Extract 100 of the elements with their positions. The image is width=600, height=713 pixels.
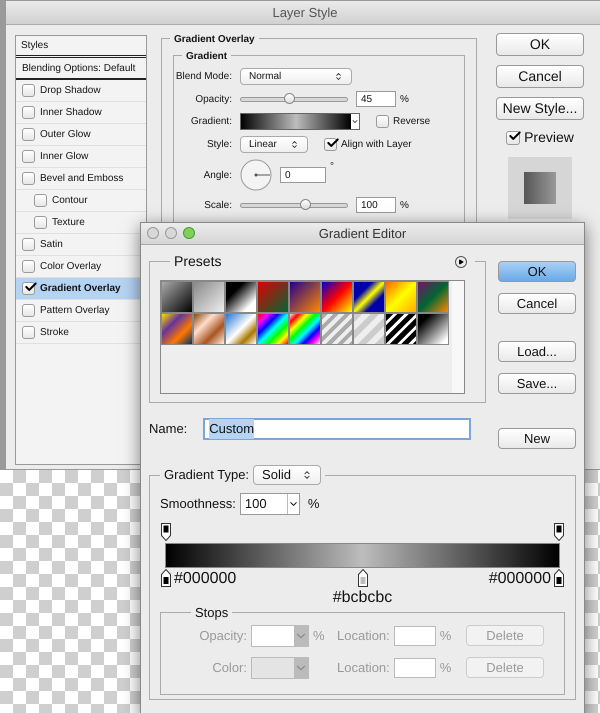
smoothness-field[interactable]: 100 [240,493,300,515]
gradient-swatch[interactable] [417,313,449,345]
checkbox[interactable] [22,282,35,295]
window-title: Gradient Editor [318,224,406,243]
dropdown-icon [294,658,308,678]
dialog-button[interactable]: Cancel [496,65,584,88]
checkbox[interactable] [34,216,47,229]
checkbox-label: Align with Layer [341,138,412,152]
unit-label: % [308,495,320,514]
checkbox[interactable] [22,150,35,163]
stop-color-label: #bcbcbc [332,588,392,608]
style-label: Bevel and Emboss [40,172,124,186]
field-label: Style: [206,138,233,152]
stop-color-label: #000000 [488,569,551,589]
opacity-stop[interactable] [554,523,564,541]
style-label: Texture [52,216,85,230]
checkbox[interactable] [22,84,35,97]
gradient-swatch[interactable] [417,281,449,313]
unit-label: ° [330,160,334,174]
opacity-field[interactable]: 45 [356,91,396,107]
checkbox[interactable] [22,238,35,251]
checkbox[interactable] [22,106,35,119]
blend-mode-select[interactable]: Normal [240,68,352,85]
color-stop[interactable] [554,569,564,587]
stop-color-label: #000000 [174,569,236,589]
gradient-swatch[interactable] [353,281,385,313]
dialog-button[interactable]: Cancel [498,293,576,314]
angle-dial[interactable] [240,159,272,191]
stepper-icon [290,140,299,149]
style-label: Inner Glow [40,150,88,164]
dialog-button[interactable]: New Style... [496,97,584,120]
field-label: Gradient: [190,115,233,129]
style-label: Drop Shadow [40,84,101,98]
scale-field[interactable]: 100 [356,197,396,213]
gradient-swatch[interactable] [321,313,353,345]
check-icon [24,280,38,294]
field-label: Smoothness: [160,495,236,514]
dialog-button[interactable]: OK [496,33,584,56]
window-title: Layer Style [272,4,338,22]
checkbox[interactable] [324,138,337,151]
checkbox[interactable] [22,304,35,317]
checkbox[interactable] [22,172,35,185]
gradient-swatch[interactable] [225,281,257,313]
checkbox[interactable] [376,115,389,128]
gradient-swatch[interactable] [161,313,193,345]
opacity-stop[interactable] [161,523,171,541]
group-title: Presets [174,252,222,271]
field-label: Opacity: [194,92,233,106]
unit-label: % [400,92,409,106]
checkbox[interactable] [22,260,35,273]
unit-label: % [400,198,409,212]
new-button[interactable]: New [498,428,576,449]
field-label: Gradient Type: [164,466,250,484]
gradient-swatch[interactable] [161,281,193,313]
field-label: Location: [337,626,390,645]
unit-label: % [440,626,452,645]
gradient-swatch[interactable] [193,313,225,345]
angle-field[interactable]: 0 [280,167,326,183]
slider-thumb[interactable] [300,198,311,210]
color-stop[interactable] [358,569,368,587]
gradient-swatch[interactable] [353,313,385,345]
minimize-light[interactable] [165,227,177,239]
dialog-button[interactable]: OK [498,261,576,282]
field-label: Color: [211,658,247,677]
gradient-swatch[interactable] [257,281,289,313]
style-label: Inner Shadow [40,106,102,120]
checkbox[interactable] [22,128,35,141]
dialog-button[interactable]: Save... [498,373,576,394]
style-label: Pattern Overlay [40,304,110,318]
gradient-type-select[interactable]: Solid [253,465,322,485]
gradient-swatch[interactable] [289,313,321,345]
gradient-swatch[interactable] [225,313,257,345]
style-label: Blending Options: Default [22,62,136,76]
checkbox[interactable] [22,326,35,339]
zoom-light[interactable] [183,227,195,239]
slider-thumb[interactable] [284,92,295,104]
gradient-swatch[interactable] [321,281,353,313]
dropdown-icon [294,626,308,646]
checkbox[interactable] [34,194,47,207]
gradient-swatch[interactable] [385,281,417,313]
gradient-swatch[interactable] [193,281,225,313]
style-select[interactable]: Linear [240,136,308,153]
checkbox[interactable] [506,130,520,144]
name-field[interactable]: Custom [203,418,472,440]
dialog-button[interactable]: Load... [498,341,576,362]
style-label: Satin [40,238,63,252]
group-title: Stops [195,605,228,620]
style-label: Outer Glow [40,128,91,142]
field-label: Angle: [202,168,233,182]
gradient-swatch[interactable] [289,281,321,313]
gradient-picker[interactable] [240,113,360,130]
checkbox-label: Preview [524,128,574,147]
unit-label: % [313,626,326,645]
field-label: Location: [337,658,390,677]
dropdown-icon [351,114,359,129]
check-icon [508,128,522,142]
color-stop[interactable] [161,569,171,587]
gradient-swatch[interactable] [257,313,289,345]
close-light[interactable] [147,227,159,239]
gradient-swatch[interactable] [385,313,417,345]
